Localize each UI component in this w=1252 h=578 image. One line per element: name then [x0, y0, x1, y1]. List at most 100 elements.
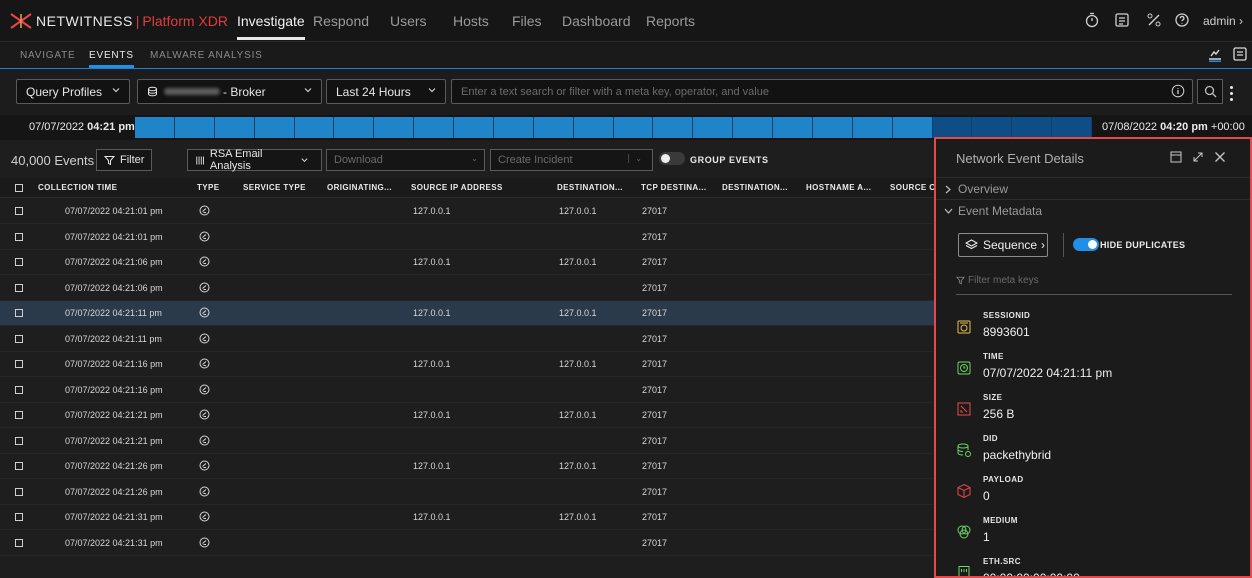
tab-events[interactable]: EVENTS — [89, 50, 134, 68]
nav-dashboard[interactable]: Dashboard — [562, 13, 631, 29]
nav-hosts[interactable]: Hosts — [453, 13, 489, 29]
table-row[interactable]: 07/07/2022 04:21:21 pm 127.0.0.1 127.0.0.1… — [0, 403, 935, 428]
more-options-icon[interactable] — [1230, 86, 1234, 104]
query-search-input[interactable]: Enter a text search or filter with a met… — [451, 79, 1193, 104]
table-row[interactable]: 07/07/2022 04:21:31 pm 127.0.0.1 127.0.0.1… — [0, 505, 935, 530]
cell-destination-ip: 127.0.0.1 — [559, 461, 597, 471]
table-row[interactable]: 07/07/2022 04:21:16 pm 127.0.0.1 127.0.0.1… — [0, 352, 935, 377]
create-incident-select[interactable]: Create Incident ⌄ — [490, 149, 653, 171]
filter-button[interactable]: Filter — [96, 149, 153, 171]
panel-actions — [1170, 151, 1240, 165]
admin-menu[interactable]: admin › — [1203, 14, 1243, 28]
network-type-icon — [199, 307, 210, 318]
table-row[interactable]: 07/07/2022 04:21:11 pm 27017 — [0, 326, 935, 352]
download-select[interactable]: Download ⌄ — [326, 149, 485, 171]
col-destination-ip[interactable]: DESTINATION... — [557, 183, 623, 192]
timeline-histogram[interactable] — [135, 117, 1092, 138]
meta-item[interactable]: PAYLOAD 0 — [956, 475, 1236, 511]
meta-item[interactable]: ETH.SRC 00:00:00:00:00:00 — [956, 557, 1236, 576]
column-profile-select[interactable]: RSA Email Analysis — [187, 148, 322, 172]
size-icon — [957, 402, 971, 416]
help-icon[interactable] — [1174, 12, 1190, 28]
row-checkbox[interactable] — [15, 436, 23, 445]
tab-malware-analysis[interactable]: MALWARE ANALYSIS — [150, 50, 263, 61]
layers-icon — [965, 239, 978, 250]
row-checkbox[interactable] — [15, 334, 23, 343]
table-row[interactable]: 07/07/2022 04:21:31 pm 27017 — [0, 530, 935, 556]
row-checkbox[interactable] — [15, 207, 23, 215]
meta-item[interactable]: SIZE 256 B — [956, 393, 1236, 429]
chevron-down-icon: ⌄ — [628, 154, 642, 163]
col-destination[interactable]: DESTINATION... — [722, 183, 788, 192]
tools-icon[interactable] — [1146, 12, 1162, 28]
meta-item[interactable]: DID packethybrid — [956, 434, 1236, 470]
divider — [1063, 233, 1064, 257]
table-row[interactable]: 07/07/2022 04:21:26 pm 27017 — [0, 479, 935, 505]
table-row[interactable]: 07/07/2022 04:21:06 pm 127.0.0.1 127.0.0.1… — [0, 250, 935, 275]
col-originating[interactable]: ORIGINATING... — [327, 183, 392, 192]
nav-investigate[interactable]: Investigate — [237, 13, 305, 40]
info-icon[interactable] — [1171, 84, 1185, 98]
cell-destination-ip: 127.0.0.1 — [559, 410, 597, 420]
row-checkbox[interactable] — [15, 283, 23, 292]
query-profiles-select[interactable]: Query Profiles — [16, 79, 130, 104]
row-checkbox[interactable] — [15, 232, 23, 241]
filter-meta-keys-input[interactable]: Filter meta keys — [956, 275, 1039, 286]
row-checkbox[interactable] — [15, 309, 23, 317]
hide-duplicates-toggle[interactable] — [1073, 238, 1099, 251]
table-row[interactable]: 07/07/2022 04:21:26 pm 127.0.0.1 127.0.0.1… — [0, 454, 935, 479]
row-checkbox[interactable] — [15, 360, 23, 368]
col-source-country[interactable]: SOURCE COU — [890, 183, 935, 192]
split-view-icon[interactable] — [1170, 151, 1182, 163]
panel-layout-icon[interactable] — [1207, 46, 1223, 62]
nav-users[interactable]: Users — [390, 13, 427, 29]
service-select[interactable]: - Broker — [137, 79, 322, 104]
col-hostname[interactable]: HOSTNAME A... — [806, 183, 871, 192]
timer-icon[interactable] — [1084, 12, 1100, 28]
table-row[interactable]: 07/07/2022 04:21:21 pm 27017 — [0, 428, 935, 454]
time-range-select[interactable]: Last 24 Hours — [326, 79, 446, 104]
table-row[interactable]: 07/07/2022 04:21:06 pm 27017 — [0, 275, 935, 301]
notes-panel-icon[interactable] — [1232, 46, 1248, 62]
col-collection-time[interactable]: COLLECTION TIME — [38, 183, 117, 192]
table-row[interactable]: 07/07/2022 04:21:01 pm 27017 — [0, 224, 935, 250]
sub-navigation: NAVIGATE EVENTS MALWARE ANALYSIS — [0, 42, 1252, 69]
close-icon[interactable] — [1214, 151, 1226, 163]
search-button[interactable] — [1197, 79, 1223, 104]
row-checkbox[interactable] — [15, 462, 23, 470]
nav-respond[interactable]: Respond — [313, 13, 369, 29]
overview-section-header[interactable]: Overview — [936, 177, 1250, 199]
row-checkbox[interactable] — [15, 513, 23, 521]
col-tcp-destination[interactable]: TCP DESTINA... — [641, 183, 706, 192]
row-checkbox[interactable] — [15, 411, 23, 419]
col-service-type[interactable]: SERVICE TYPE — [243, 183, 306, 192]
row-checkbox[interactable] — [15, 385, 23, 394]
col-type[interactable]: TYPE — [197, 183, 220, 192]
meta-value: 8993601 — [983, 325, 1030, 339]
nav-files[interactable]: Files — [512, 13, 542, 29]
col-source-ip[interactable]: SOURCE IP ADDRESS — [411, 183, 503, 192]
row-checkbox[interactable] — [15, 487, 23, 496]
cell-collection-time: 07/07/2022 04:21:06 pm — [65, 257, 163, 267]
event-metadata-section-header[interactable]: Event Metadata — [936, 199, 1250, 221]
row-checkbox[interactable] — [15, 258, 23, 266]
meta-item[interactable]: MEDIUM 1 — [956, 516, 1236, 552]
table-row[interactable]: 07/07/2022 04:21:01 pm 127.0.0.1 127.0.0.1… — [0, 199, 935, 224]
group-events-toggle[interactable] — [659, 152, 685, 165]
tab-navigate[interactable]: NAVIGATE — [20, 50, 75, 61]
nav-reports[interactable]: Reports — [646, 13, 695, 29]
table-row[interactable]: 07/07/2022 04:21:11 pm 127.0.0.1 127.0.0.1… — [0, 301, 935, 326]
meta-item[interactable]: SESSIONID 8993601 — [956, 311, 1236, 347]
network-type-icon — [199, 384, 210, 394]
chevron-right-icon — [945, 185, 951, 194]
select-all-checkbox[interactable] — [15, 184, 23, 192]
row-checkbox[interactable] — [15, 538, 23, 547]
sequence-button[interactable]: Sequence › — [958, 233, 1048, 257]
cell-source-ip: 127.0.0.1 — [413, 461, 451, 471]
meta-item[interactable]: TIME 07/07/2022 04:21:11 pm — [956, 352, 1236, 388]
netwitness-logo[interactable]: NETWITNESS | Platform XDR — [10, 11, 228, 31]
expand-icon[interactable] — [1192, 151, 1204, 163]
meta-value: 1 — [983, 530, 990, 544]
notes-icon[interactable] — [1114, 12, 1130, 28]
table-row[interactable]: 07/07/2022 04:21:16 pm 27017 — [0, 377, 935, 403]
